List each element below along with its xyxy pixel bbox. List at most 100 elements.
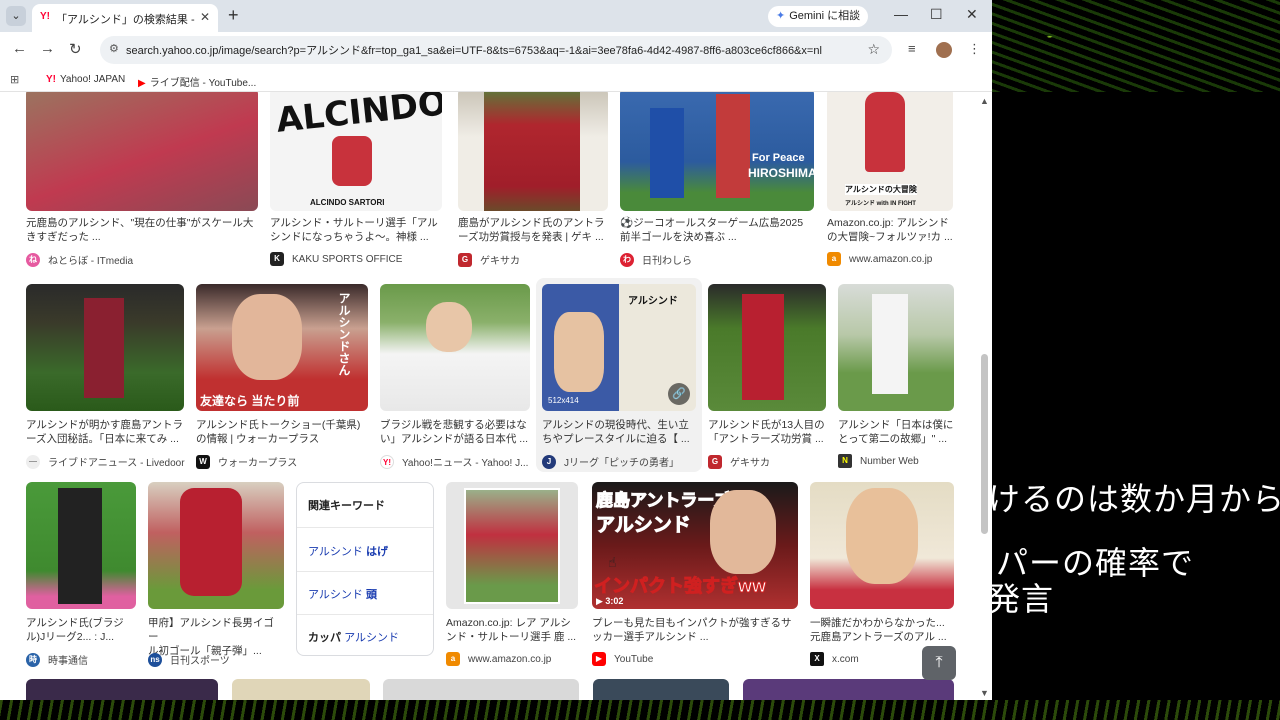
- result-caption[interactable]: アルシンド氏が13人目の 「アントラーズ功労賞 ...: [708, 418, 826, 446]
- result-source[interactable]: N Number Web: [838, 454, 919, 468]
- link-icon[interactable]: 🔗: [668, 383, 690, 405]
- gemini-button[interactable]: ✦ Gemini に相談: [768, 6, 869, 27]
- related-keyword-item[interactable]: アルシンド 頭: [308, 586, 377, 602]
- thumb-art-sub: ALCINDO SARTORI: [310, 198, 385, 207]
- back-to-top-button[interactable]: ⤒: [922, 646, 956, 680]
- result-caption[interactable]: アルシンド氏(ブラジ ル)Jリーグ2... : J...: [26, 616, 136, 644]
- scrollbar[interactable]: ▲ ▼: [980, 92, 990, 700]
- result-thumbnail[interactable]: For Peace HIROSHIMA: [620, 92, 814, 211]
- result-thumbnail[interactable]: [708, 284, 826, 411]
- result-source[interactable]: — ライブドアニュース - Livedoor: [26, 454, 185, 469]
- result-card-hovered[interactable]: アルシンド 512x414 🔗 アルシンドの現役時代、生い立 ちやプレースタイル…: [536, 278, 702, 472]
- scrollbar-thumb[interactable]: [981, 354, 988, 534]
- result-caption[interactable]: プレーも見た目もインパクトが強すぎるサ ッカー選手アルシンド ...: [592, 616, 798, 644]
- result-source[interactable]: わ日刊わしら: [620, 252, 692, 267]
- forward-icon[interactable]: →: [40, 40, 55, 57]
- result-thumbnail[interactable]: [838, 284, 954, 411]
- related-keyword-item[interactable]: カッパ アルシンド: [308, 629, 399, 645]
- maximize-icon[interactable]: ☐: [930, 6, 943, 23]
- result-source[interactable]: Y! Yahoo!ニュース - Yahoo! J...: [380, 454, 528, 469]
- result-card[interactable]: アルシンドの大冒険 アルシンド with IN FIGHT Amazon.co.…: [827, 92, 953, 272]
- result-source[interactable]: Xx.com: [810, 652, 859, 666]
- result-caption[interactable]: Amazon.co.jp: アルシンド の大冒険~フォルツァ!カ ...: [827, 216, 953, 244]
- result-caption[interactable]: 元鹿島のアルシンド、"現在の仕事"がスケール大 きすぎだった ...: [26, 216, 258, 244]
- result-card[interactable]: For Peace HIROSHIMA ⚽ジーコオールスターゲーム広島2025 …: [620, 92, 814, 272]
- result-caption[interactable]: アルシンド「日本は僕に とって第二の故郷」" ...: [838, 418, 954, 446]
- result-card[interactable]: 鹿島アントラーズ アルシンド インパクト強すぎww ▶ 3:02 プレーも見た目…: [592, 482, 798, 666]
- result-card[interactable]: 鹿島がアルシンド氏のアントラ ーズ功労賞授与を発表 | ゲキ ... G ゲキサカ: [458, 92, 608, 272]
- bookmark-youtube[interactable]: ▶ ライブ配信 - YouTube...: [138, 74, 256, 89]
- result-caption[interactable]: Amazon.co.jp: レア アルシ ンド・サルトーリ選手 鹿 ...: [446, 616, 578, 644]
- result-caption[interactable]: 一瞬誰だかわからなかった... 元鹿島アントラーズのアル ...: [810, 616, 954, 644]
- result-card[interactable]: 友達なら 当たり前 アルシンドさん アルシンド氏トークショー(千葉県) の情報 …: [196, 284, 368, 469]
- result-source[interactable]: W ウォーカープラス: [196, 454, 297, 469]
- result-source[interactable]: ▶ YouTube: [592, 652, 653, 666]
- result-source[interactable]: K KAKU SPORTS OFFICE: [270, 252, 402, 266]
- result-caption[interactable]: アルシンドの現役時代、生い立 ちやプレースタイルに迫る【 ...: [542, 418, 696, 446]
- result-thumbnail[interactable]: [446, 482, 578, 609]
- result-caption[interactable]: アルシンド・サルトーリ選手「アル シンドになっちゃうよ〜。神様 ...: [270, 216, 442, 244]
- result-thumbnail[interactable]: [26, 284, 184, 411]
- result-card[interactable]: ALCINDO ALCINDO SARTORI アルシンド・サルトーリ選手「アル…: [270, 92, 442, 272]
- result-source[interactable]: G ゲキサカ: [708, 454, 770, 469]
- result-thumbnail[interactable]: [743, 679, 954, 700]
- result-card[interactable]: アルシンド氏が13人目の 「アントラーズ功労賞 ... G ゲキサカ: [708, 284, 826, 469]
- result-thumbnail[interactable]: 鹿島アントラーズ アルシンド インパクト強すぎww ▶ 3:02: [592, 482, 798, 609]
- result-source[interactable]: a www.amazon.co.jp: [827, 252, 932, 266]
- result-source[interactable]: ねねとらぼ - ITmedia: [26, 252, 133, 267]
- url-input[interactable]: [126, 41, 846, 59]
- back-icon[interactable]: ←: [12, 40, 27, 57]
- close-window-icon[interactable]: ✕: [966, 6, 978, 23]
- result-source[interactable]: J Jリーグ「ピッチの勇者」: [542, 454, 679, 469]
- media-control-icon[interactable]: ≡: [908, 41, 916, 56]
- result-card[interactable]: アルシンド「日本は僕に とって第二の故郷」" ... N Number Web: [838, 284, 954, 468]
- result-card[interactable]: Amazon.co.jp: レア アルシ ンド・サルトーリ選手 鹿 ... aw…: [446, 482, 578, 666]
- apps-grid-icon[interactable]: ⊞: [10, 73, 19, 86]
- result-thumbnail[interactable]: [148, 482, 284, 609]
- result-card[interactable]: 一瞬誰だかわからなかった... 元鹿島アントラーズのアル ... Xx.com: [810, 482, 954, 666]
- result-caption[interactable]: ⚽ジーコオールスターゲーム広島2025 前半ゴールを決め喜ぶ ...: [620, 216, 814, 244]
- result-thumbnail[interactable]: [232, 679, 370, 700]
- result-card[interactable]: 甲府】アルシンド長男イゴー ル初ゴール「親子弾」... ns 日刊スポーツ: [148, 482, 284, 667]
- result-thumbnail[interactable]: [593, 679, 729, 700]
- result-card[interactable]: アルシンド氏(ブラジ ル)Jリーグ2... : J... 時時事通信: [26, 482, 136, 667]
- result-thumbnail[interactable]: [380, 284, 530, 411]
- tab-active[interactable]: Y! 「アルシンド」の検索結果 - Yahoo! ✕: [32, 4, 218, 32]
- result-thumbnail[interactable]: [26, 679, 218, 700]
- result-source[interactable]: G ゲキサカ: [458, 252, 520, 267]
- profile-avatar[interactable]: [936, 42, 952, 58]
- address-bar[interactable]: ⚙ ☆: [100, 36, 892, 64]
- result-card[interactable]: 元鹿島のアルシンド、"現在の仕事"がスケール大 きすぎだった ... ねねとらぼ…: [26, 92, 258, 272]
- result-source[interactable]: 時時事通信: [26, 652, 88, 667]
- result-caption[interactable]: 鹿島がアルシンド氏のアントラ ーズ功労賞授与を発表 | ゲキ ...: [458, 216, 608, 244]
- result-source[interactable]: ns 日刊スポーツ: [148, 652, 230, 667]
- scroll-up-arrow-icon[interactable]: ▲: [980, 96, 989, 106]
- result-caption[interactable]: ブラジル戦を悲観する必要はな い」アルシンドが語る日本代 ...: [380, 418, 530, 446]
- result-card[interactable]: ブラジル戦を悲観する必要はな い」アルシンドが語る日本代 ... Y! Yahoo…: [380, 284, 530, 469]
- tab-search-icon[interactable]: ⌄: [6, 6, 26, 26]
- image-dimensions: 512x414: [548, 396, 579, 405]
- result-thumbnail[interactable]: [810, 482, 954, 609]
- new-tab-icon[interactable]: +: [228, 5, 239, 26]
- result-source[interactable]: a www.amazon.co.jp: [446, 652, 551, 666]
- result-thumbnail[interactable]: 友達なら 当たり前 アルシンドさん: [196, 284, 368, 411]
- result-thumbnail[interactable]: アルシンドの大冒険 アルシンド with IN FIGHT: [827, 92, 953, 211]
- bookmark-yahoo[interactable]: Y! Yahoo! JAPAN: [46, 74, 125, 85]
- minimize-icon[interactable]: —: [894, 6, 908, 22]
- result-caption[interactable]: アルシンドが明かす鹿島アントラ ーズ入団秘話。「日本に来てみ ...: [26, 418, 184, 446]
- result-thumbnail[interactable]: [383, 679, 579, 700]
- close-tab-icon[interactable]: ✕: [200, 10, 210, 24]
- result-card[interactable]: アルシンドが明かす鹿島アントラ ーズ入団秘話。「日本に来てみ ... — ライブド…: [26, 284, 185, 469]
- result-thumbnail[interactable]: アルシンド 512x414 🔗: [542, 284, 696, 411]
- related-keyword-item[interactable]: アルシンド はげ: [308, 543, 388, 559]
- result-thumbnail[interactable]: [26, 92, 258, 211]
- reload-icon[interactable]: ↻: [69, 40, 82, 58]
- result-thumbnail[interactable]: ALCINDO ALCINDO SARTORI: [270, 92, 442, 211]
- result-thumbnail[interactable]: [26, 482, 136, 609]
- result-caption[interactable]: アルシンド氏トークショー(千葉県) の情報 | ウォーカープラス: [196, 418, 368, 446]
- site-info-icon[interactable]: ⚙: [109, 42, 119, 55]
- result-thumbnail[interactable]: [458, 92, 608, 211]
- scroll-down-arrow-icon[interactable]: ▼: [980, 688, 989, 698]
- menu-kebab-icon[interactable]: ⋮: [968, 41, 981, 57]
- bookmark-star-icon[interactable]: ☆: [867, 41, 880, 58]
